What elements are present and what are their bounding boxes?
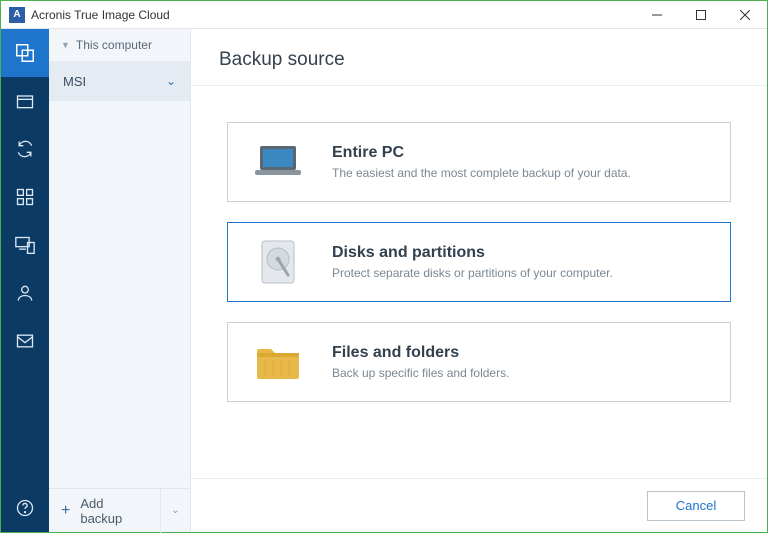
close-button[interactable] <box>723 1 767 29</box>
nav-mail-icon[interactable] <box>1 317 49 365</box>
sidebar-item-label: MSI <box>63 74 86 89</box>
page-title: Backup source <box>191 29 767 86</box>
option-desc: Back up specific files and folders. <box>332 366 509 380</box>
nav-sync-icon[interactable] <box>1 125 49 173</box>
nav-dashboard-icon[interactable] <box>1 173 49 221</box>
sidebar: ▼ This computer MSI ⌄ + Add backup ⌄ <box>49 29 191 532</box>
maximize-button[interactable] <box>679 1 723 29</box>
window-controls <box>635 1 767 29</box>
cancel-button[interactable]: Cancel <box>647 491 745 521</box>
option-files-folders[interactable]: Files and folders Back up specific files… <box>227 322 731 402</box>
option-desc: Protect separate disks or partitions of … <box>332 266 613 280</box>
cancel-label: Cancel <box>676 498 716 513</box>
option-title: Files and folders <box>332 344 509 362</box>
plus-icon: + <box>61 502 70 520</box>
nav-backup-icon[interactable] <box>1 29 49 77</box>
nav-archive-icon[interactable] <box>1 77 49 125</box>
folder-icon <box>250 339 306 385</box>
add-backup-dropdown[interactable]: ⌄ <box>160 489 190 533</box>
option-disks-partitions[interactable]: Disks and partitions Protect separate di… <box>227 222 731 302</box>
hdd-icon <box>250 239 306 285</box>
option-desc: The easiest and the most complete backup… <box>332 166 631 180</box>
option-title: Disks and partitions <box>332 244 613 262</box>
nav-help-icon[interactable] <box>1 484 49 532</box>
nav-account-icon[interactable] <box>1 269 49 317</box>
app-icon: A <box>9 7 25 23</box>
option-title: Entire PC <box>332 144 631 162</box>
sidebar-item-msi[interactable]: MSI ⌄ <box>49 61 190 101</box>
laptop-icon <box>250 139 306 185</box>
app-icon-letter: A <box>13 10 20 20</box>
window-title: Acronis True Image Cloud <box>31 8 170 22</box>
nav-rail <box>1 29 49 532</box>
option-entire-pc[interactable]: Entire PC The easiest and the most compl… <box>227 122 731 202</box>
sidebar-header[interactable]: ▼ This computer <box>49 29 190 61</box>
add-backup-button[interactable]: + Add backup <box>49 496 160 526</box>
collapse-icon: ▼ <box>61 40 70 50</box>
main-panel: Backup source Entire PC The easiest and … <box>191 29 767 532</box>
chevron-down-icon: ⌄ <box>166 74 176 88</box>
minimize-button[interactable] <box>635 1 679 29</box>
nav-devices-icon[interactable] <box>1 221 49 269</box>
sidebar-header-label: This computer <box>76 38 152 52</box>
title-bar: A Acronis True Image Cloud <box>1 1 767 29</box>
add-backup-label: Add backup <box>80 496 148 526</box>
